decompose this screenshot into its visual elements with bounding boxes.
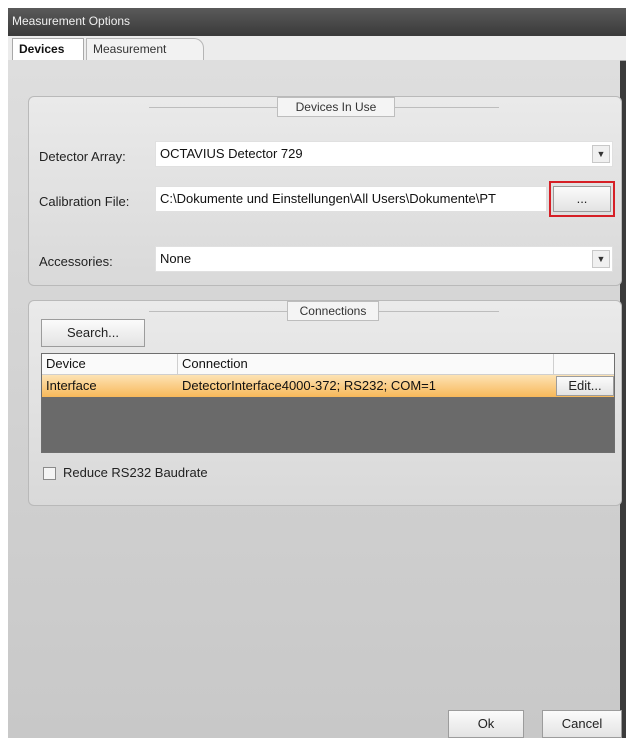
column-header-empty bbox=[554, 354, 614, 374]
detector-array-dropdown[interactable]: OCTAVIUS Detector 729 ▼ bbox=[155, 141, 613, 167]
browse-button[interactable]: ... bbox=[553, 186, 611, 212]
table-header: Device Connection bbox=[42, 354, 614, 375]
calibration-file-label: Calibration File: bbox=[39, 194, 130, 209]
accessories-dropdown[interactable]: None ▼ bbox=[155, 246, 613, 272]
devices-in-use-label: Devices In Use bbox=[277, 97, 395, 117]
connections-table: Device Connection Interface DetectorInte… bbox=[41, 353, 615, 453]
search-button[interactable]: Search... bbox=[41, 319, 145, 347]
tab-measurement[interactable]: Measurement bbox=[86, 38, 204, 60]
devices-tab-panel: Devices In Use Detector Array: OCTAVIUS … bbox=[8, 60, 622, 738]
reduce-baudrate-label: Reduce RS232 Baudrate bbox=[63, 465, 208, 480]
chevron-down-icon[interactable]: ▼ bbox=[592, 250, 610, 268]
tab-devices[interactable]: Devices bbox=[12, 38, 84, 61]
connections-label: Connections bbox=[287, 301, 379, 321]
connection-cell: DetectorInterface4000-372; RS232; COM=1 bbox=[182, 378, 437, 393]
connections-group: Connections Search... Device Connection … bbox=[28, 300, 622, 506]
devices-in-use-group: Devices In Use Detector Array: OCTAVIUS … bbox=[28, 96, 622, 286]
edit-button[interactable]: Edit... bbox=[556, 376, 614, 396]
reduce-baudrate-checkbox[interactable] bbox=[43, 467, 56, 480]
detector-array-value: OCTAVIUS Detector 729 bbox=[160, 146, 303, 161]
column-header-device[interactable]: Device bbox=[42, 354, 178, 374]
tab-strip: Devices Measurement bbox=[8, 36, 626, 61]
table-row[interactable]: Interface DetectorInterface4000-372; RS2… bbox=[42, 375, 614, 397]
detector-array-label: Detector Array: bbox=[39, 149, 126, 164]
accessories-value: None bbox=[160, 251, 192, 266]
device-cell: Interface bbox=[46, 378, 97, 393]
window-title: Measurement Options bbox=[8, 8, 626, 34]
measurement-options-window: Measurement Options Devices Measurement … bbox=[8, 8, 626, 738]
chevron-down-icon[interactable]: ▼ bbox=[592, 145, 610, 163]
column-header-connection[interactable]: Connection bbox=[178, 354, 554, 374]
cancel-button[interactable]: Cancel bbox=[542, 710, 622, 738]
accessories-label: Accessories: bbox=[39, 254, 113, 269]
calibration-file-input[interactable]: C:\Dokumente und Einstellungen\All Users… bbox=[155, 186, 547, 212]
ok-button[interactable]: Ok bbox=[448, 710, 524, 738]
